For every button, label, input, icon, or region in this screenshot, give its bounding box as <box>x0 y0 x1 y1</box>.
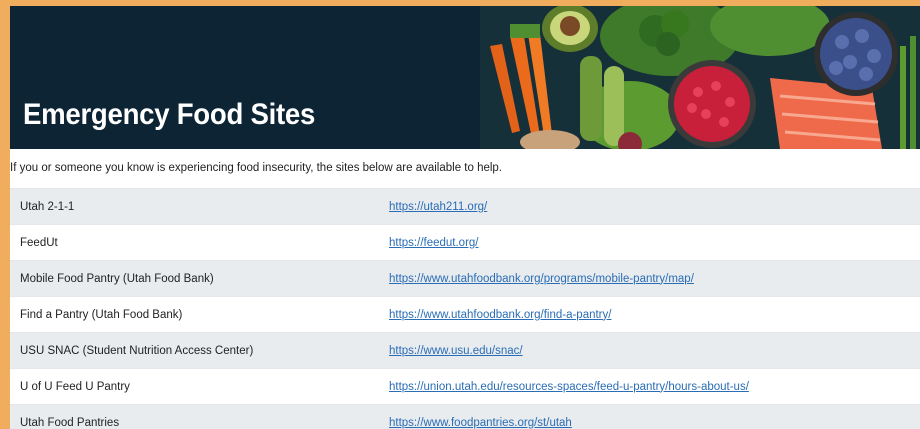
site-link-cell: https://feedut.org/ <box>379 224 920 261</box>
blueberry-bowl-icon <box>814 12 898 96</box>
table-row: FeedUt https://feedut.org/ <box>10 224 920 261</box>
site-link-cell: https://utah211.org/ <box>379 188 920 225</box>
avocado-icon <box>542 6 598 52</box>
site-name: Find a Pantry (Utah Food Bank) <box>10 296 379 333</box>
site-link[interactable]: https://www.utahfoodbank.org/find-a-pant… <box>389 309 611 321</box>
site-link[interactable]: https://www.foodpantries.org/st/utah <box>389 417 572 429</box>
table-row: Utah Food Pantries https://www.foodpantr… <box>10 404 920 429</box>
site-link[interactable]: https://www.utahfoodbank.org/programs/mo… <box>389 273 694 285</box>
site-link[interactable]: https://feedut.org/ <box>389 237 479 249</box>
food-sites-table: Utah 2-1-1 https://utah211.org/ FeedUt h… <box>10 188 920 429</box>
table-row: U of U Feed U Pantry https://union.utah.… <box>10 368 920 405</box>
page-title: Emergency Food Sites <box>23 98 316 131</box>
table-row: Utah 2-1-1 https://utah211.org/ <box>10 188 920 225</box>
table-row: Mobile Food Pantry (Utah Food Bank) http… <box>10 260 920 297</box>
table-row: Find a Pantry (Utah Food Bank) https://w… <box>10 296 920 333</box>
site-name: FeedUt <box>10 224 379 261</box>
site-link-cell: https://union.utah.edu/resources-spaces/… <box>379 368 920 405</box>
site-link[interactable]: https://utah211.org/ <box>389 201 487 213</box>
site-link-cell: https://www.foodpantries.org/st/utah <box>379 404 920 429</box>
site-link-cell: https://www.usu.edu/snac/ <box>379 332 920 369</box>
site-name: U of U Feed U Pantry <box>10 368 379 405</box>
site-link-cell: https://www.utahfoodbank.org/find-a-pant… <box>379 296 920 333</box>
pomegranate-bowl-icon <box>668 60 756 148</box>
hero-banner: Emergency Food Sites <box>10 6 920 149</box>
food-photo-illustration <box>480 6 920 149</box>
site-name: Utah 2-1-1 <box>10 188 379 225</box>
site-link[interactable]: https://union.utah.edu/resources-spaces/… <box>389 381 749 393</box>
table-row: USU SNAC (Student Nutrition Access Cente… <box>10 332 920 369</box>
site-link-cell: https://www.utahfoodbank.org/programs/mo… <box>379 260 920 297</box>
site-link[interactable]: https://www.usu.edu/snac/ <box>389 345 523 357</box>
site-name: USU SNAC (Student Nutrition Access Cente… <box>10 332 379 369</box>
site-name: Mobile Food Pantry (Utah Food Bank) <box>10 260 379 297</box>
site-name: Utah Food Pantries <box>10 404 379 429</box>
page-frame: Emergency Food Sites If you or someone y… <box>10 6 920 429</box>
intro-text: If you or someone you know is experienci… <box>10 162 503 174</box>
